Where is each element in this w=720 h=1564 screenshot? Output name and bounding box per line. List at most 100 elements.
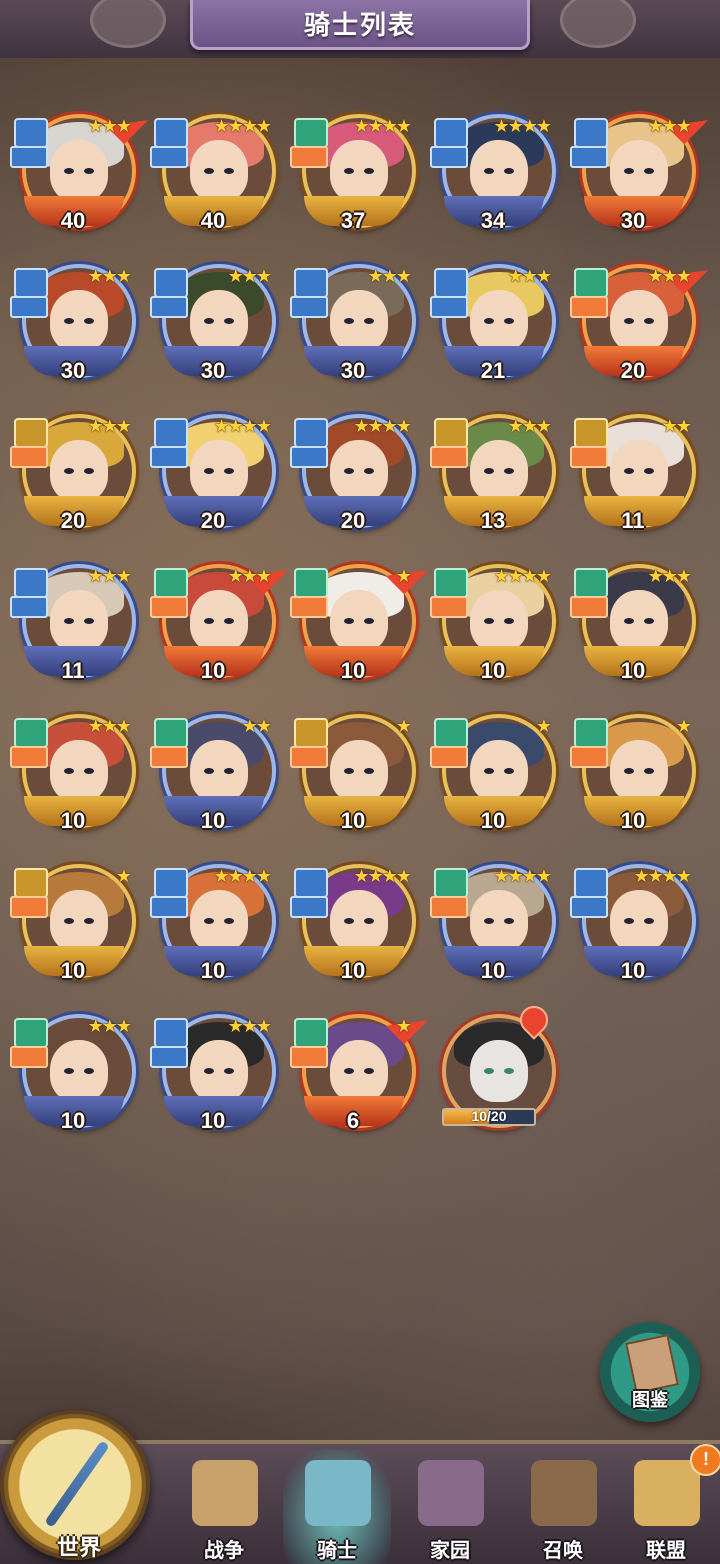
hero-face bbox=[190, 290, 248, 352]
hero-face bbox=[50, 1040, 108, 1102]
hero-card[interactable]: ★★ 11 bbox=[570, 400, 696, 540]
hero-eye bbox=[64, 468, 74, 474]
hero-level: 10 bbox=[340, 958, 366, 983]
class-icon bbox=[570, 596, 608, 618]
hero-eye bbox=[504, 918, 514, 924]
hero-card[interactable]: ★ 10 bbox=[10, 850, 136, 990]
hero-card[interactable]: ★★★ 30 bbox=[290, 250, 416, 390]
nav-tab-summon[interactable]: 召唤 bbox=[509, 1450, 617, 1564]
hero-card[interactable]: ★★★ 20 bbox=[10, 400, 136, 540]
class-icon bbox=[150, 296, 188, 318]
hero-card[interactable]: ★★★★ 40 bbox=[150, 100, 276, 240]
hero-card[interactable]: ★★★★ 37 bbox=[290, 100, 416, 240]
hero-card[interactable]: ★ 10 bbox=[570, 700, 696, 840]
nav-tab-home[interactable]: 家园 bbox=[396, 1450, 504, 1564]
formation-icon bbox=[574, 568, 608, 598]
hero-card[interactable]: ★★★ 30 bbox=[10, 250, 136, 390]
hero-face bbox=[610, 440, 668, 502]
world-button[interactable]: 世界 bbox=[0, 1410, 150, 1560]
star-rating: ★★★★ bbox=[633, 866, 692, 886]
hero-face bbox=[610, 740, 668, 802]
hero-card[interactable]: ★ 10 bbox=[290, 550, 429, 690]
nav-tab-knights[interactable]: 骑士 bbox=[283, 1450, 391, 1564]
nav-tab-label: 家园 bbox=[430, 1540, 470, 1562]
hero-eye bbox=[204, 768, 214, 774]
hero-card[interactable]: ★★ 10 bbox=[150, 700, 276, 840]
progress-text: 10/20 bbox=[471, 1108, 507, 1124]
hero-face bbox=[330, 290, 388, 352]
hero-card[interactable]: ★★★ 10 bbox=[10, 700, 136, 840]
hero-face bbox=[470, 740, 528, 802]
hero-eye bbox=[624, 918, 634, 924]
hero-card[interactable]: ★ 6 bbox=[290, 1000, 429, 1140]
hero-level: 10 bbox=[200, 808, 226, 833]
hero-level: 6 bbox=[346, 1108, 360, 1133]
hero-card[interactable]: ★★★ 13 bbox=[430, 400, 556, 540]
star-rating: ★★★ bbox=[647, 566, 692, 586]
hero-level: 20 bbox=[340, 508, 366, 533]
hero-eye bbox=[204, 468, 214, 474]
hero-face bbox=[190, 590, 248, 652]
hero-card[interactable]: ★★★ 10 bbox=[150, 1000, 276, 1140]
hero-face bbox=[330, 440, 388, 502]
hero-card[interactable]: ★ 10 bbox=[290, 700, 416, 840]
formation-icon bbox=[434, 418, 468, 448]
hero-eye bbox=[504, 168, 514, 174]
hero-face bbox=[50, 290, 108, 352]
formation-icon bbox=[294, 118, 328, 148]
class-icon bbox=[10, 746, 48, 768]
hero-card[interactable]: ★★★★ 10 bbox=[150, 850, 276, 990]
hero-card[interactable]: ★ 10 bbox=[430, 700, 556, 840]
hero-eye bbox=[504, 1068, 514, 1074]
hero-eye bbox=[364, 918, 374, 924]
title-plate: 骑士列表 bbox=[190, 0, 530, 50]
codex-button[interactable]: 图鉴 bbox=[600, 1322, 700, 1422]
hero-eye bbox=[644, 468, 654, 474]
hero-level: 11 bbox=[621, 508, 645, 533]
hero-card[interactable]: ★★★ 21 bbox=[430, 250, 556, 390]
hero-card[interactable]: ★★★★ 20 bbox=[290, 400, 416, 540]
hero-face bbox=[470, 290, 528, 352]
formation-icon bbox=[574, 418, 608, 448]
hero-eye bbox=[224, 768, 234, 774]
class-icon bbox=[570, 146, 608, 168]
hero-card[interactable]: ★★★ 10 bbox=[150, 550, 289, 690]
hero-eye bbox=[64, 168, 74, 174]
hero-card[interactable]: ★★★ 40 bbox=[10, 100, 149, 240]
hero-level: 10 bbox=[340, 808, 366, 833]
hero-eye bbox=[624, 618, 634, 624]
hero-eye bbox=[624, 768, 634, 774]
hero-card[interactable]: ★★★★ 34 bbox=[430, 100, 556, 240]
hero-card[interactable]: ★★★★ 10 bbox=[430, 550, 556, 690]
hero-card[interactable]: ★★★ 30 bbox=[570, 100, 709, 240]
formation-icon bbox=[14, 268, 48, 298]
star-rating: ★★★★ bbox=[493, 116, 552, 136]
hero-card[interactable]: ★★★ 10 bbox=[570, 550, 696, 690]
hero-card[interactable]: ★★★★ 10 bbox=[430, 850, 556, 990]
hero-face bbox=[610, 890, 668, 952]
nav-tab-war[interactable]: 战争 bbox=[170, 1450, 278, 1564]
hero-eye bbox=[484, 918, 494, 924]
hero-card[interactable]: ★★★★ 10 bbox=[290, 850, 416, 990]
star-rating: ★★★ bbox=[87, 1016, 132, 1036]
hero-card[interactable]: ★★★ 30 bbox=[150, 250, 276, 390]
world-label: 世界 bbox=[56, 1535, 101, 1560]
hero-card[interactable]: ★★★★ 10 bbox=[570, 850, 696, 990]
hero-card[interactable]: ★★★ 20 bbox=[570, 250, 709, 390]
hero-card[interactable]: ★★★★ 20 bbox=[150, 400, 276, 540]
formation-icon bbox=[14, 418, 48, 448]
hero-level: 10 bbox=[60, 1108, 86, 1133]
hero-eye bbox=[64, 1068, 74, 1074]
gear-decoration-left bbox=[90, 0, 166, 48]
hero-face bbox=[330, 890, 388, 952]
star-rating: ★★★★ bbox=[353, 866, 412, 886]
hero-eye bbox=[624, 168, 634, 174]
hero-eye bbox=[64, 318, 74, 324]
hero-eye bbox=[484, 768, 494, 774]
locked-hero-card[interactable]: 10/20 bbox=[430, 1000, 556, 1140]
hero-card[interactable]: ★★★ 11 bbox=[10, 550, 136, 690]
formation-icon bbox=[574, 268, 608, 298]
formation-icon bbox=[154, 718, 188, 748]
class-icon bbox=[430, 596, 468, 618]
hero-card[interactable]: ★★★ 10 bbox=[10, 1000, 136, 1140]
